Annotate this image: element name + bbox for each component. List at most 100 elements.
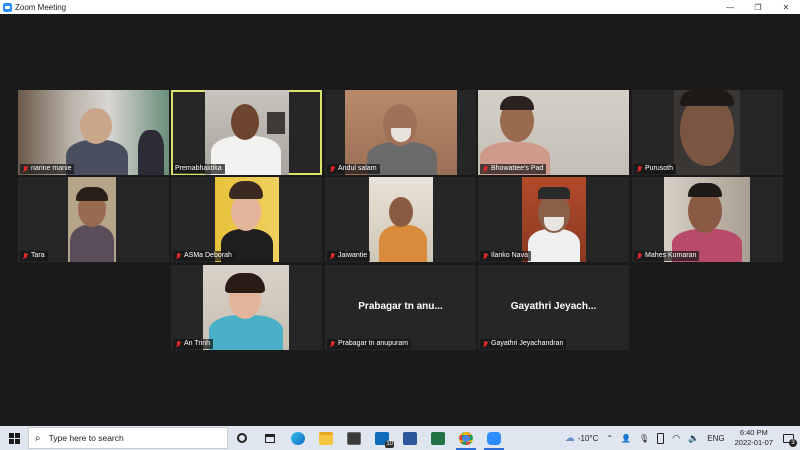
mic-muted-icon [329, 252, 335, 260]
people-tray-icon[interactable]: 👤 [621, 434, 631, 443]
start-button[interactable] [0, 426, 28, 450]
participant-name-tag: Tara [20, 251, 48, 261]
window-title-bar: Zoom Meeting — ❐ ✕ [0, 0, 800, 14]
participant-video [369, 177, 433, 262]
mail-icon: 10 [375, 431, 394, 448]
zoom-button[interactable] [480, 426, 508, 450]
show-hidden-icons-button[interactable]: ⌃ [606, 434, 613, 443]
participant-name: Jaiwantie [338, 252, 368, 259]
volume-tray-icon[interactable]: 🔈 [688, 433, 699, 444]
notification-count: 3 [789, 438, 797, 447]
participant-tile[interactable]: Mahes Kumaran [632, 177, 783, 262]
chrome-icon [459, 431, 473, 445]
participant-name: An Trinh [184, 340, 211, 347]
participant-video [664, 177, 750, 262]
edge-button[interactable] [284, 426, 312, 450]
minimize-button[interactable]: — [716, 0, 744, 14]
search-placeholder: Type here to search [48, 433, 124, 443]
language-indicator[interactable]: ENG [707, 434, 724, 443]
participant-tile[interactable]: narine manie [18, 90, 169, 175]
participant-tile[interactable]: Purusoth [632, 90, 783, 175]
windows-logo-icon [8, 432, 20, 444]
mic-muted-icon [636, 252, 642, 260]
participant-name: Prabagar tn anupuram [338, 340, 409, 347]
participant-name-tag: Premabhaktika [173, 164, 225, 174]
taskbar-clock[interactable]: 6:40 PM 2022-01-07 [735, 428, 773, 448]
wifi-icon: ◠ [672, 432, 681, 443]
participant-name: Premabhaktika [175, 165, 222, 172]
participant-tile[interactable]: An Trinh [171, 265, 322, 350]
mail-button[interactable]: 10 [368, 426, 396, 450]
weather-temp: -10°C [577, 433, 599, 443]
widgets-button[interactable] [256, 426, 284, 450]
maximize-button[interactable]: ❐ [744, 0, 772, 14]
task-view-icon [237, 433, 247, 443]
zoom-app-icon [3, 2, 12, 12]
participant-video [68, 177, 116, 262]
participant-name-tag: An Trinh [173, 339, 214, 349]
participant-name-tag: narine manie [20, 164, 75, 174]
notification-icon: 3 [783, 433, 797, 447]
person-icon: 👤 [621, 433, 632, 443]
store-button[interactable] [340, 426, 368, 450]
participant-name: Ilanko Nava [491, 252, 528, 259]
battery-icon [657, 432, 665, 444]
participant-tile[interactable]: Prabagar tn anu... Prabagar tn anupuram [325, 265, 476, 350]
mic-muted-icon [482, 340, 488, 348]
participant-tile[interactable]: Premabhaktika [171, 90, 322, 175]
microphone-tray-icon[interactable]: 🎙 [639, 434, 649, 443]
participant-video [345, 90, 457, 175]
participant-name-tag: Mahes Kumaran [634, 251, 700, 261]
participant-name-tag: Jaiwantie [327, 251, 371, 261]
participant-name: Tara [31, 252, 45, 259]
word-icon [403, 431, 417, 445]
store-icon [347, 431, 361, 445]
task-view-button[interactable] [228, 426, 256, 450]
folder-icon [319, 431, 333, 445]
participant-tile[interactable]: Ilanko Nava [478, 177, 629, 262]
participant-name-tag: Bhowattee's Pad [480, 164, 547, 174]
window-controls: — ❐ ✕ [716, 0, 800, 14]
participant-video [18, 90, 169, 175]
windows-taskbar: ⌕ Type here to search 10 ☁ -10°C ⌃ 👤 🎙 ◠… [0, 426, 800, 450]
participant-name: ASMa Deborah [184, 252, 232, 259]
close-button[interactable]: ✕ [772, 0, 800, 14]
system-tray: ☁ -10°C ⌃ 👤 🎙 ◠ 🔈 ENG 6:40 PM 2022-01-07… [561, 426, 800, 450]
mic-muted-icon [329, 340, 335, 348]
participant-tile[interactable]: Jaiwantie [325, 177, 476, 262]
mic-muted-icon [482, 165, 488, 173]
cloud-icon: ☁ [564, 432, 575, 444]
participant-name: narine manie [31, 165, 72, 172]
participant-tile[interactable]: Gayathri Jeyach... Gayathri Jeyachandran [478, 265, 629, 350]
notification-center-button[interactable]: 3 [783, 433, 797, 447]
participant-tile[interactable]: Andul salam [325, 90, 476, 175]
participant-tile[interactable]: ASMa Deborah [171, 177, 322, 262]
speaker-icon: 🔈 [688, 432, 700, 443]
excel-icon [431, 431, 445, 445]
chrome-button[interactable] [452, 426, 480, 450]
microphone-icon: 🎙 [639, 433, 650, 443]
participant-name: Mahes Kumaran [645, 252, 697, 259]
participant-display-name: Gayathri Jeyach... [510, 301, 597, 312]
battery-tray-icon[interactable] [657, 432, 665, 444]
zoom-icon [487, 431, 501, 445]
wifi-tray-icon[interactable]: ◠ [672, 433, 680, 444]
clock-time: 6:40 PM [739, 428, 768, 437]
word-button[interactable] [396, 426, 424, 450]
participant-tile[interactable]: Tara [18, 177, 169, 262]
mic-muted-icon [22, 165, 28, 173]
participant-name-tag: Gayathri Jeyachandran [480, 339, 567, 349]
participant-tile[interactable]: Bhowattee's Pad [478, 90, 629, 175]
excel-button[interactable] [424, 426, 452, 450]
mic-muted-icon [175, 252, 181, 260]
file-explorer-button[interactable] [312, 426, 340, 450]
weather-widget[interactable]: ☁ -10°C [565, 433, 599, 444]
taskbar-search-box[interactable]: ⌕ Type here to search [28, 427, 228, 449]
participant-video [478, 90, 629, 175]
participant-name-tag: Ilanko Nava [480, 251, 531, 261]
mic-muted-icon [329, 165, 335, 173]
participant-display-name: Prabagar tn anu... [358, 301, 443, 312]
search-icon: ⌕ [35, 432, 41, 444]
chevron-up-icon: ⌃ [606, 433, 614, 443]
window-title: Zoom Meeting [15, 2, 67, 12]
